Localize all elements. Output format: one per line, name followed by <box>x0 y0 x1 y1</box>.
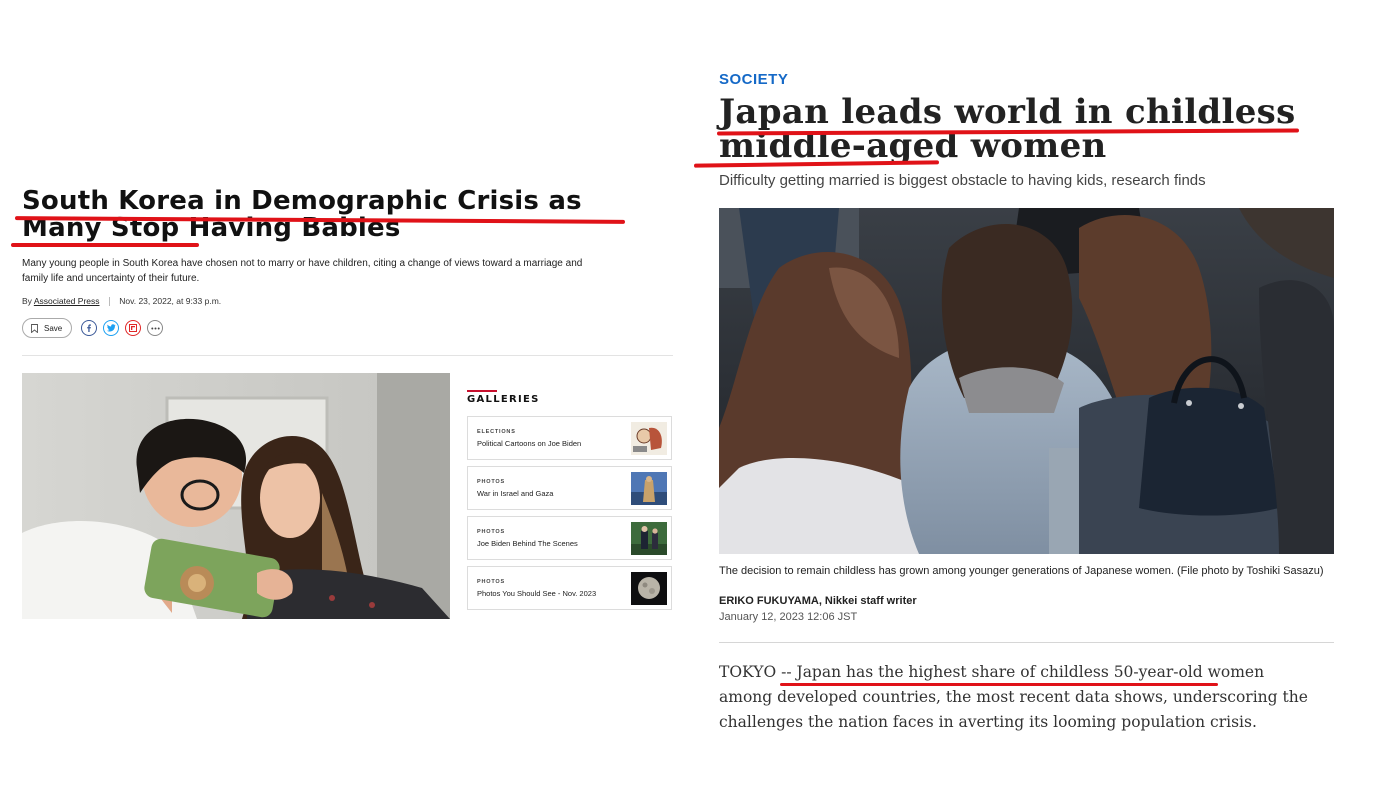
gallery-thumbnail <box>631 522 667 555</box>
nikkei-article: SOCIETY Japan leads world in childless m… <box>690 0 1400 800</box>
flipboard-icon <box>129 324 138 332</box>
author-link[interactable]: Associated Press <box>34 296 100 306</box>
couple-looking-at-phone-image <box>22 373 450 619</box>
gallery-card[interactable]: ELECTIONS Political Cartoons on Joe Bide… <box>467 416 672 460</box>
more-share-button[interactable] <box>147 320 164 336</box>
byline-prefix: By <box>22 296 32 306</box>
publish-date: Nov. 23, 2022, at 9:33 p.m. <box>119 296 222 306</box>
article-photo <box>22 373 450 619</box>
body-underline-annotation <box>780 683 1218 686</box>
gallery-thumbnail <box>631 422 667 455</box>
save-button[interactable]: Save <box>22 318 73 338</box>
article-description: Many young people in South Korea have ch… <box>22 258 583 284</box>
section-kicker[interactable]: SOCIETY <box>719 71 788 88</box>
save-label: Save <box>44 323 63 333</box>
bookmark-icon <box>31 323 38 333</box>
photo-caption: The decision to remain childless has gro… <box>719 565 1324 577</box>
galleries-accent-bar <box>467 390 497 392</box>
gallery-category: ELECTIONS <box>477 429 516 435</box>
moon-thumbnail-image <box>631 572 667 605</box>
women-crowd-image <box>719 208 1334 554</box>
twitter-icon <box>106 324 116 332</box>
headline-underline-annotation <box>11 243 199 247</box>
gallery-thumbnail <box>631 572 667 605</box>
article-actions: Save <box>22 318 164 338</box>
gallery-category: PHOTOS <box>477 479 505 485</box>
gallery-category: PHOTOS <box>477 529 505 535</box>
gallery-card[interactable]: PHOTOS Photos You Should See - Nov. 2023 <box>467 566 672 610</box>
more-icon <box>151 327 160 329</box>
facebook-icon <box>87 324 92 332</box>
facebook-share-button[interactable] <box>81 320 98 336</box>
gallery-thumbnail <box>631 472 667 505</box>
article-headline: South Korea in Demographic Crisis as Man… <box>22 186 582 243</box>
biden-thumbnail-image <box>631 522 667 555</box>
gallery-title: Joe Biden Behind The Scenes <box>477 539 578 548</box>
byline: By Associated Press Nov. 23, 2022, at 9:… <box>22 296 222 307</box>
article-subheadline: Difficulty getting married is biggest ob… <box>719 172 1206 189</box>
section-divider <box>719 642 1334 643</box>
gallery-title: War in Israel and Gaza <box>477 489 554 498</box>
gallery-title: Political Cartoons on Joe Biden <box>477 439 582 448</box>
section-divider <box>22 355 673 356</box>
war-thumbnail-image <box>631 472 667 505</box>
galleries-heading: GALLERIES <box>467 394 540 405</box>
cartoon-thumbnail-image <box>631 422 667 455</box>
gallery-card[interactable]: PHOTOS War in Israel and Gaza <box>467 466 672 510</box>
flipboard-share-button[interactable] <box>125 320 142 336</box>
us-news-article: South Korea in Demographic Crisis as Man… <box>0 0 690 800</box>
twitter-share-button[interactable] <box>103 320 120 336</box>
article-body: TOKYO -- Japan has the highest share of … <box>719 663 1308 731</box>
gallery-category: PHOTOS <box>477 579 505 585</box>
article-photo <box>719 208 1334 554</box>
gallery-title: Photos You Should See - Nov. 2023 <box>477 589 597 598</box>
author-name: ERIKO FUKUYAMA, Nikkei staff writer <box>719 595 917 607</box>
publish-date: January 12, 2023 12:06 JST <box>719 611 858 623</box>
gallery-card[interactable]: PHOTOS Joe Biden Behind The Scenes <box>467 516 672 560</box>
byline-divider <box>108 297 110 307</box>
